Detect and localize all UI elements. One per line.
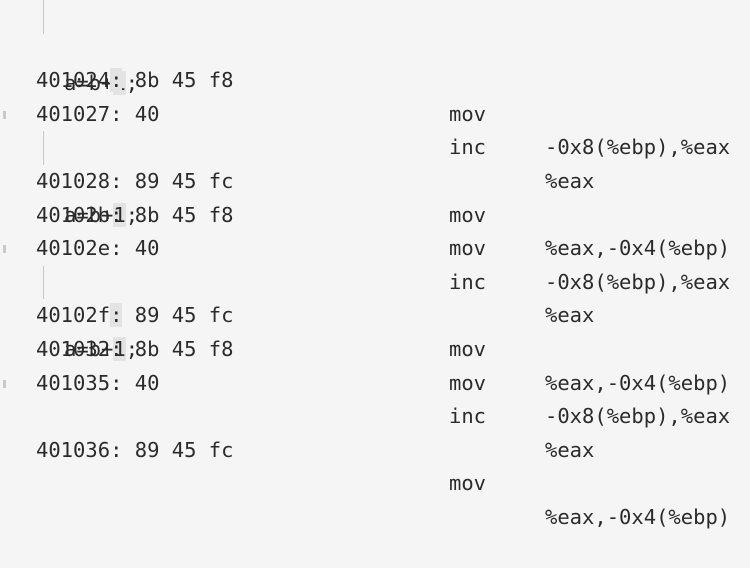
disasm-line[interactable]: 401028: 89 45 fc mov %eax,-0x4(%ebp): [0, 98, 750, 260]
disasm-line[interactable]: 40102f: 89 45 fc mov %eax,-0x4(%ebp): [0, 232, 750, 395]
operands: %eax,-0x4(%ebp): [545, 504, 731, 529]
disasm-line[interactable]: 401036: 89 45 fc mov %eax,-0x4(%ebp): [0, 367, 750, 529]
mnemonic: mov: [449, 471, 487, 496]
disasm-line[interactable]: 40102e: 40 inc %eax: [0, 199, 750, 327]
source-line[interactable]: a=b+1;: [0, 0, 750, 96]
mnemonic: inc: [449, 404, 487, 429]
indent-guide: [43, 131, 44, 165]
operands: -0x8(%ebp),%eax: [545, 404, 731, 429]
indent-guide: [43, 265, 44, 300]
disassembly-code-view[interactable]: a=b+1; 401024: 8b 45 f8 mov -0x8(%ebp),%…: [0, 0, 750, 529]
disasm-line[interactable]: 40102b: 8b 45 f8 mov -0x8(%ebp),%eax: [0, 165, 750, 294]
disasm-line[interactable]: 401032: 8b 45 f8 mov -0x8(%ebp),%eax: [0, 299, 750, 428]
operands: %eax: [545, 437, 595, 462]
indent-guide: [43, 0, 44, 34]
disasm-line[interactable]: 401027: 40 inc %eax: [0, 64, 750, 193]
source-line[interactable]: a=b+1;: [0, 131, 750, 227]
address: 401036: [36, 437, 111, 462]
source-line[interactable]: a=b+1;: [0, 265, 750, 361]
opcode-bytes: 89 45 fc: [122, 437, 234, 462]
gutter-marker: [3, 379, 6, 388]
disasm-line[interactable]: 401024: 8b 45 f8 mov -0x8(%ebp),%eax: [0, 31, 750, 159]
gutter-marker: [3, 245, 6, 254]
disasm-line[interactable]: 401035: 40 inc %eax: [0, 333, 750, 462]
gutter-marker: [3, 110, 6, 119]
address-and-bytes: 401036: 89 45 fc: [36, 437, 234, 462]
